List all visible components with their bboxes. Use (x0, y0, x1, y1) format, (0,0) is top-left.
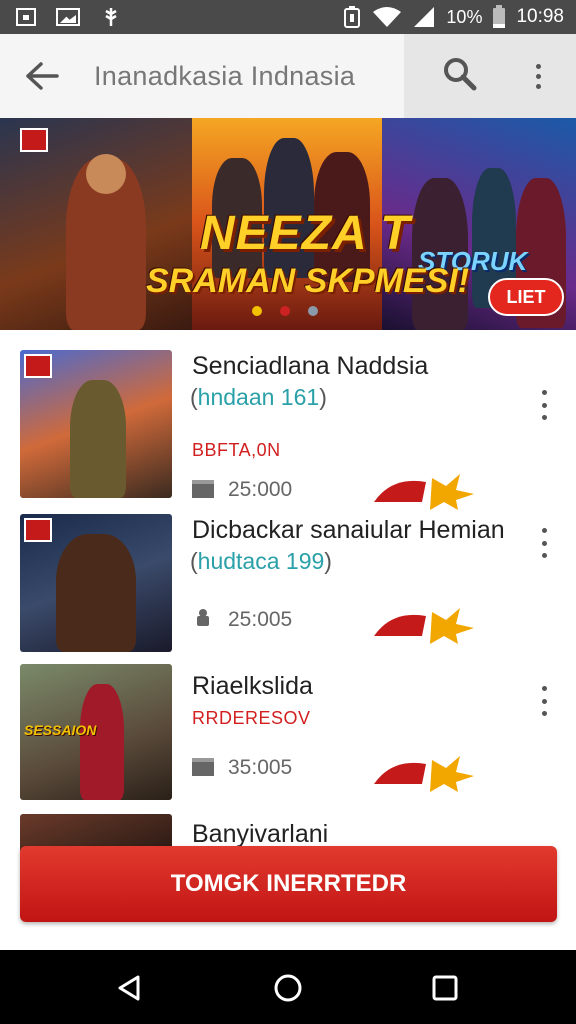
primary-cta-button[interactable]: TOMGK INERRTEDR (20, 846, 557, 922)
status-bar: 10% 10:98 (0, 0, 576, 34)
item-stat: 25:000 (228, 478, 293, 501)
banner-badge[interactable]: LIET (488, 278, 564, 316)
item-tag: RRDERESOV (192, 708, 311, 728)
game-logo-icon (24, 518, 52, 542)
item-more-button[interactable] (538, 686, 550, 716)
clock: 10:98 (516, 6, 564, 27)
item-title: Banyivarlani (192, 820, 329, 848)
game-thumbnail[interactable] (20, 350, 172, 498)
page-title: Inanadkasia Indnasia (94, 60, 356, 91)
usb-icon (105, 8, 117, 26)
item-title: Riaelkslida (192, 672, 313, 700)
more-vert-icon (541, 686, 547, 691)
game-thumbnail[interactable]: SESSAION (20, 664, 172, 800)
item-stat: 35:005 (228, 756, 293, 779)
lock-icon (197, 609, 209, 626)
thumb-figure (70, 380, 126, 498)
home-circle-icon[interactable] (273, 973, 303, 1003)
search-button[interactable] (442, 56, 482, 96)
more-vert-icon (541, 390, 547, 395)
brand-logo-icon (374, 608, 474, 644)
brand-logo-icon (374, 474, 474, 510)
film-icon (192, 480, 214, 498)
more-options-button[interactable] (526, 56, 550, 96)
carousel-dot[interactable] (308, 306, 318, 316)
signal-icon (414, 7, 435, 27)
banner-subline: SRAMAN SKPMESI! (146, 262, 470, 300)
item-stat: 25:005 (228, 608, 293, 631)
app-bar: Inanadkasia Indnasia (0, 34, 576, 118)
item-title: Senciadlana Naddsia (192, 352, 429, 380)
game-logo-icon (20, 128, 48, 152)
film-icon (192, 758, 214, 776)
banner-headline: NEEZA T (200, 207, 411, 260)
game-logo-icon (24, 354, 52, 378)
item-title: Dicbackar sanaiular Hemian (192, 516, 505, 544)
thumb-figure (80, 684, 124, 800)
thumb-text: SESSAION (24, 722, 97, 738)
item-more-button[interactable] (538, 390, 550, 420)
navigation-bar (0, 950, 576, 1024)
thumb-figure (56, 534, 136, 652)
item-more-button[interactable] (538, 528, 550, 558)
item-subtitle: (hudtaca 199) (190, 548, 332, 574)
carousel-dot[interactable] (252, 306, 262, 316)
back-button[interactable] (22, 56, 62, 96)
back-triangle-icon[interactable] (116, 974, 144, 1002)
more-vert-icon (535, 63, 541, 69)
battery-saver-icon (344, 6, 361, 28)
battery-icon (493, 5, 506, 28)
game-thumbnail[interactable] (20, 514, 172, 652)
promo-banner[interactable]: STORUK NEEZA T SRAMAN SKPMESI! LIET (0, 118, 576, 330)
more-vert-icon (541, 528, 547, 533)
brand-logo-icon (374, 756, 474, 792)
item-tag: BBFTA,0N (192, 440, 281, 460)
recents-square-icon[interactable] (432, 975, 458, 1001)
image-icon (56, 8, 80, 26)
wifi-icon (373, 7, 402, 27)
carousel-dots[interactable] (252, 306, 318, 316)
item-subtitle: (hndaan 161) (190, 384, 327, 410)
app-bar-shade (404, 34, 576, 118)
warrior-head (86, 154, 126, 194)
search-icon (444, 58, 477, 91)
back-arrow-icon (26, 62, 59, 90)
notification-square-icon (16, 8, 36, 26)
battery-percent: 10% (446, 6, 483, 27)
carousel-dot[interactable] (280, 306, 290, 316)
